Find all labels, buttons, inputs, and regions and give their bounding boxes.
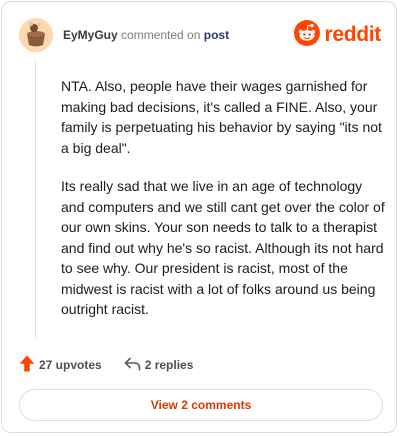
reply-arrow-icon — [124, 357, 141, 374]
upvote-button[interactable]: 27 upvotes — [19, 355, 102, 375]
reply-count: 2 replies — [144, 358, 194, 372]
comment-actions: 27 upvotes 2 replies — [19, 355, 193, 375]
reddit-wordmark: reddit — [324, 23, 381, 46]
username[interactable]: EyMyGuy — [63, 28, 118, 42]
view-comments-button[interactable]: View 2 comments — [19, 389, 383, 421]
upvote-arrow-icon — [19, 355, 35, 375]
reddit-logo-icon — [294, 19, 321, 51]
upvote-count: 27 upvotes — [39, 358, 102, 372]
comment-paragraph: Its really sad that we live in an age of… — [61, 178, 385, 317]
thread-line — [35, 60, 36, 338]
replies-button[interactable]: 2 replies — [124, 357, 194, 374]
comment-paragraph: NTA. Also, people have their wages garni… — [61, 78, 382, 156]
comment-body: NTA. Also, people have their wages garni… — [61, 76, 386, 338]
post-link[interactable]: post — [204, 28, 229, 42]
commented-on-text: commented on — [121, 28, 201, 42]
reddit-logo[interactable]: reddit — [294, 19, 381, 51]
user-avatar[interactable] — [19, 18, 53, 52]
comment-card: EyMyGuy commented on post reddit NTA. Al… — [1, 1, 397, 433]
comment-header: EyMyGuy commented on post reddit — [19, 18, 381, 52]
comment-meta: EyMyGuy commented on post — [63, 28, 229, 42]
